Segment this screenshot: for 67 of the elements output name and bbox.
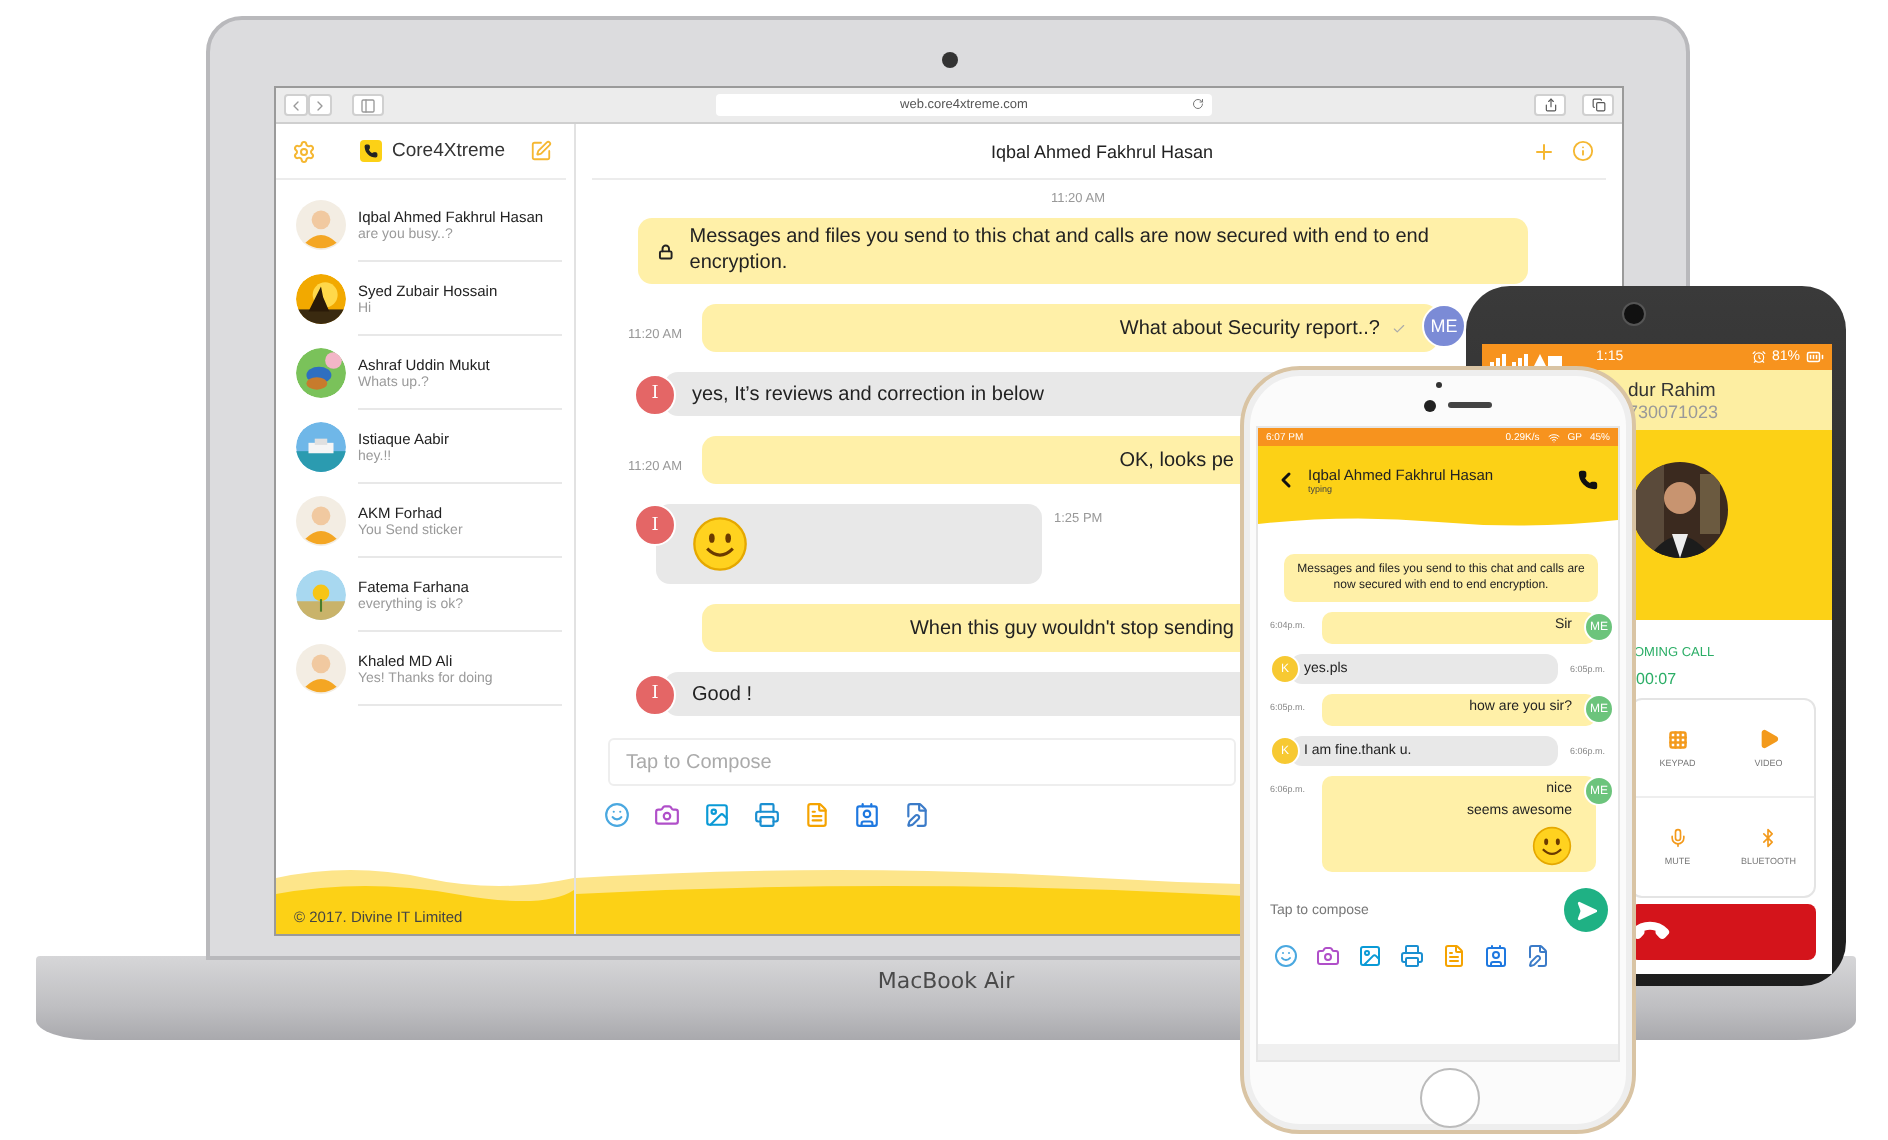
share-button[interactable] <box>1534 94 1566 116</box>
image-icon[interactable] <box>1358 944 1382 968</box>
compose-icon[interactable] <box>530 140 552 162</box>
message-text: Good ! <box>692 683 753 705</box>
camera-icon[interactable] <box>654 802 680 828</box>
avatar-initials: I <box>634 373 676 415</box>
sidebar-toggle-button[interactable] <box>352 94 384 116</box>
image-icon[interactable] <box>704 802 730 828</box>
tabs-button[interactable] <box>1582 94 1614 116</box>
message-text: What about Security report..? <box>1119 317 1380 339</box>
speaker-icon <box>1448 402 1492 408</box>
message-text: OK, looks pe <box>1119 449 1234 471</box>
laptop-label: MacBook Air <box>877 968 1015 998</box>
document-icon[interactable] <box>1442 944 1466 968</box>
contact-card-icon[interactable] <box>854 802 880 828</box>
edit-document-icon[interactable] <box>904 802 930 828</box>
battery-icon <box>1806 348 1824 366</box>
forward-icon <box>312 97 328 113</box>
logo-icon <box>360 140 382 162</box>
wifi-icon <box>1547 431 1560 443</box>
avatar-initials: ME <box>1422 304 1466 348</box>
end-call-button[interactable] <box>1630 904 1816 960</box>
document-icon[interactable] <box>804 802 830 828</box>
send-button[interactable] <box>1564 888 1608 932</box>
contact-card-icon[interactable] <box>1484 944 1508 968</box>
caller-name: dur Rahim <box>1628 379 1718 401</box>
alarm-icon <box>1751 350 1766 364</box>
call-duration: 00:07 <box>1634 670 1679 688</box>
notice-text: Messages and files you send to this chat and calls are now secured with end to end encryption. <box>689 226 1431 276</box>
compose-field[interactable]: Tap to Compose <box>608 738 1236 786</box>
printer-icon[interactable] <box>1400 944 1424 968</box>
share-icon <box>1543 98 1557 112</box>
message-text: yes, It’s reviews and correction in below <box>692 383 1045 405</box>
phone-icon[interactable] <box>1578 470 1598 490</box>
reload-icon[interactable] <box>1192 98 1204 110</box>
camera-icon <box>942 52 958 68</box>
camera-icon[interactable] <box>1316 944 1340 968</box>
avatar-initials: I <box>634 673 676 715</box>
play-icon <box>1757 728 1780 750</box>
app-name: Core4Xtreme <box>392 140 507 162</box>
smiley-sticker-icon <box>1532 826 1572 866</box>
camera-icon <box>1622 302 1646 326</box>
bluetooth-icon <box>1758 828 1779 848</box>
avatar-icon <box>296 644 346 694</box>
camera-icon <box>1424 400 1436 412</box>
check-icon <box>1392 321 1406 335</box>
avatar-initials: I <box>634 504 676 546</box>
message-text: When this guy wouldn't stop sending <box>909 617 1234 639</box>
send-icon <box>1575 899 1597 921</box>
keypad-icon <box>1667 729 1688 749</box>
chat-title: Iqbal Ahmed Fakhrul Hasan <box>988 141 1216 161</box>
tabs-icon <box>1591 98 1605 112</box>
avatar-icon <box>296 496 346 546</box>
smiley-sticker-icon <box>692 516 748 572</box>
smiley-icon[interactable] <box>604 802 630 828</box>
avatar-icon <box>296 200 346 250</box>
lock-icon <box>658 243 674 259</box>
home-button[interactable] <box>1420 1068 1480 1128</box>
printer-icon[interactable] <box>754 802 780 828</box>
smiley-icon[interactable] <box>1274 944 1298 968</box>
back-icon <box>288 97 304 113</box>
info-icon[interactable] <box>1572 140 1594 162</box>
microphone-icon <box>1667 828 1688 848</box>
edit-document-icon[interactable] <box>1526 944 1550 968</box>
add-icon[interactable] <box>1532 139 1556 163</box>
settings-icon[interactable] <box>292 139 316 163</box>
sidebar-icon <box>360 97 376 113</box>
